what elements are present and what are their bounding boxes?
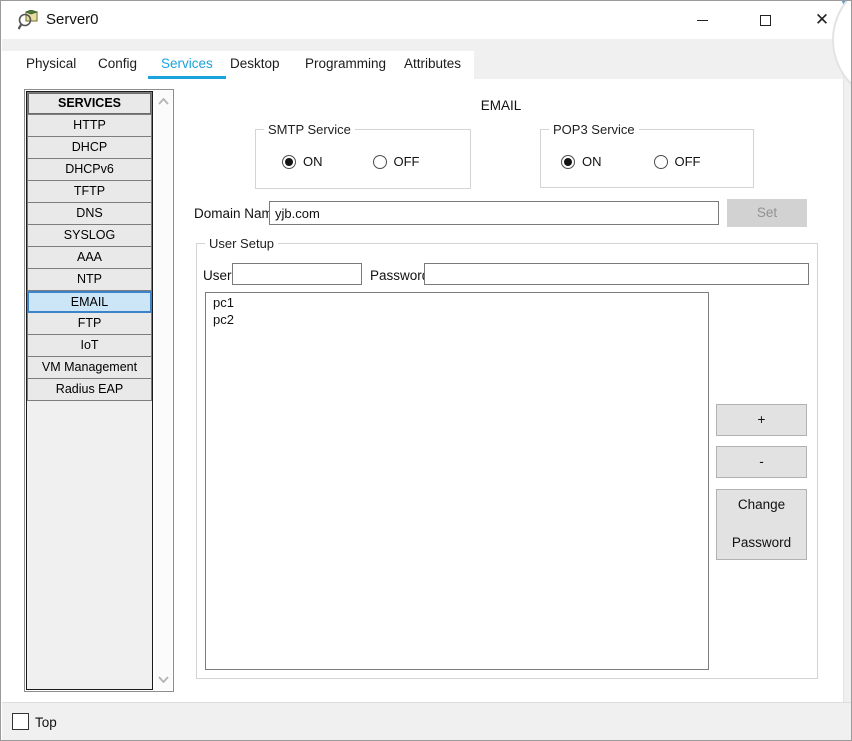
minimize-icon[interactable]: [685, 1, 719, 39]
chevron-down-icon[interactable]: [155, 671, 172, 688]
user-input[interactable]: [232, 263, 362, 285]
right-margin-strip: [843, 51, 851, 740]
domain-name-input[interactable]: [269, 201, 719, 225]
window-title: Server0: [46, 11, 99, 28]
add-user-button[interactable]: +: [716, 404, 807, 436]
radio-icon: [561, 154, 575, 169]
sidebar-item-dhcp[interactable]: DHCP: [27, 137, 152, 159]
sidebar-item-iot[interactable]: IoT: [27, 335, 152, 357]
sidebar-item-http[interactable]: HTTP: [27, 115, 152, 137]
change-password-line2: Password: [731, 535, 792, 550]
sidebar-item-dhcpv6[interactable]: DHCPv6: [27, 159, 152, 181]
top-checkbox[interactable]: [12, 713, 29, 730]
radio-icon: [372, 154, 387, 169]
packet-tracer-device-icon: [17, 9, 39, 31]
sidebar-item-ftp[interactable]: FTP: [27, 313, 152, 335]
user-list: pc1 pc2: [205, 292, 709, 670]
password-label: Password: [370, 268, 430, 283]
services-sidebar: SERVICES HTTP DHCP DHCPv6 TFTP DNS SYSLO…: [24, 89, 174, 692]
sidebar-item-tftp[interactable]: TFTP: [27, 181, 152, 203]
pop3-off-radio[interactable]: OFF: [653, 154, 701, 169]
smtp-service-group: SMTP Service ON OFF: [255, 122, 471, 189]
smtp-service-legend: SMTP Service: [264, 122, 355, 137]
footer-bar: Top: [2, 702, 851, 740]
tab-desktop[interactable]: Desktop: [230, 51, 280, 79]
title-bar: Server0 ✕: [2, 1, 851, 39]
radio-icon: [653, 154, 668, 169]
smtp-off-radio[interactable]: OFF: [372, 154, 420, 169]
sidebar-item-vm-management[interactable]: VM Management: [27, 357, 152, 379]
smtp-on-radio[interactable]: ON: [282, 154, 323, 169]
user-list-item[interactable]: pc2: [213, 312, 701, 329]
tab-config[interactable]: Config: [98, 51, 137, 79]
user-list-item[interactable]: pc1: [213, 295, 701, 312]
pop3-service-group: POP3 Service ON OFF: [540, 122, 754, 188]
pop3-on-radio[interactable]: ON: [561, 154, 602, 169]
sidebar-item-email[interactable]: EMAIL: [27, 291, 152, 313]
tab-services[interactable]: Services: [148, 51, 226, 79]
set-button[interactable]: Set: [727, 199, 807, 227]
password-input[interactable]: [424, 263, 809, 285]
sidebar-item-radius-eap[interactable]: Radius EAP: [27, 379, 152, 401]
server-window: Server0 ✕ Physical Config Services Deskt…: [0, 0, 852, 741]
top-checkbox-label: Top: [35, 715, 57, 730]
tab-attributes[interactable]: Attributes: [404, 51, 461, 79]
titlebar-divider-band: [2, 39, 851, 51]
radio-icon: [282, 154, 296, 169]
sidebar-item-ntp[interactable]: NTP: [27, 269, 152, 291]
sidebar-item-syslog[interactable]: SYSLOG: [27, 225, 152, 247]
tab-programming[interactable]: Programming: [305, 51, 386, 79]
sidebar-item-dns[interactable]: DNS: [27, 203, 152, 225]
pop3-service-legend: POP3 Service: [549, 122, 639, 137]
tab-physical[interactable]: Physical: [26, 51, 76, 79]
user-label: User: [203, 268, 232, 283]
page-title: EMAIL: [480, 98, 522, 113]
user-setup-legend: User Setup: [205, 236, 279, 251]
services-list: SERVICES HTTP DHCP DHCPv6 TFTP DNS SYSLO…: [26, 91, 153, 690]
services-list-header: SERVICES: [27, 92, 152, 115]
sidebar-item-aaa[interactable]: AAA: [27, 247, 152, 269]
tab-bar: Physical Config Services Desktop Program…: [2, 51, 851, 79]
change-password-line1: Change: [737, 497, 786, 512]
remove-user-button[interactable]: -: [716, 446, 807, 478]
maximize-icon[interactable]: [748, 1, 782, 39]
user-setup-group: User Setup User Password pc1 pc2 + - Cha…: [196, 236, 818, 679]
sidebar-scrollbar[interactable]: [155, 91, 172, 690]
change-password-button[interactable]: Change Password: [716, 489, 807, 560]
chevron-up-icon[interactable]: [155, 93, 172, 110]
